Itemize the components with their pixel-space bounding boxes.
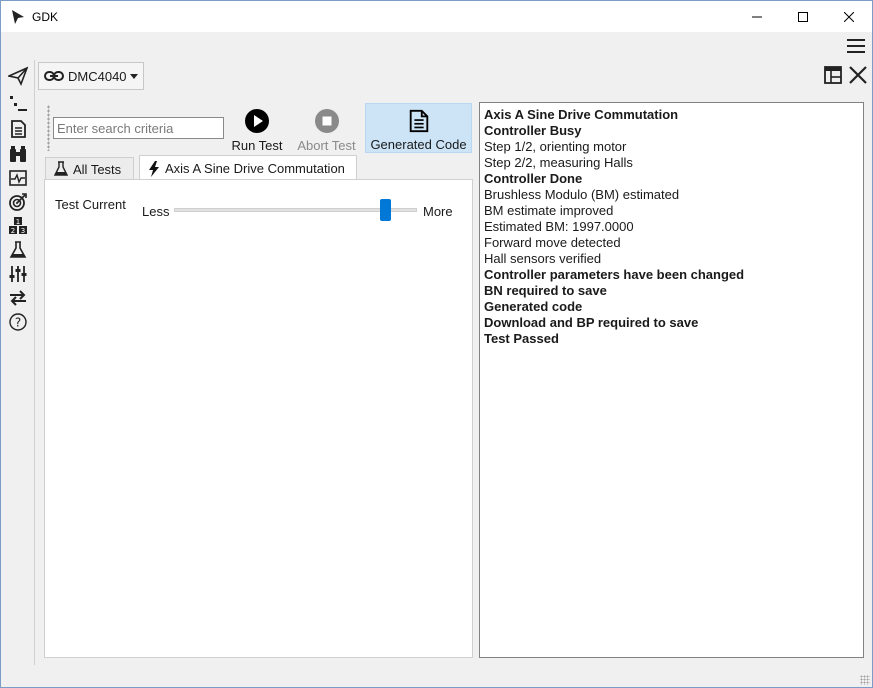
- log-line: BN required to save: [484, 283, 607, 298]
- log-line: Download and BP required to save: [484, 315, 699, 330]
- log-line: Controller Busy: [484, 123, 582, 138]
- slider-min-label: Less: [142, 204, 170, 219]
- target-icon[interactable]: [8, 192, 28, 212]
- log-line: Axis A Sine Drive Commutation: [484, 107, 679, 122]
- flask-icon[interactable]: [8, 240, 28, 260]
- document-icon[interactable]: [8, 119, 28, 139]
- svg-text:1: 1: [16, 218, 20, 226]
- layout-icon[interactable]: [824, 66, 842, 84]
- close-window-button[interactable]: [826, 1, 872, 32]
- minimize-icon: [752, 16, 762, 17]
- abort-test-label: Abort Test: [297, 138, 356, 153]
- run-test-label: Run Test: [231, 138, 283, 153]
- log-line: Estimated BM: 1997.0000: [484, 219, 634, 234]
- log-line: Brushless Modulo (BM) estimated: [484, 187, 680, 202]
- log-line: Generated code: [484, 299, 583, 314]
- maximize-icon: [798, 11, 808, 22]
- maximize-button[interactable]: [780, 1, 826, 32]
- close-icon: [844, 11, 854, 22]
- minimize-button[interactable]: [734, 1, 780, 32]
- tab-all-tests-label: All Tests: [73, 161, 122, 177]
- sidebar: 1 2 3 ?: [1, 60, 35, 665]
- run-test-button[interactable]: Run Test: [225, 103, 289, 153]
- tab-sine-commutation[interactable]: Axis A Sine Drive Commutation: [139, 155, 357, 181]
- lightning-icon: [149, 160, 159, 177]
- log-line: BM estimate improved: [484, 203, 614, 218]
- window-title: GDK: [32, 9, 59, 24]
- svg-text:3: 3: [21, 227, 25, 235]
- app-logo-icon: [12, 9, 24, 24]
- tab-all-tests[interactable]: All Tests: [45, 157, 134, 180]
- paper-plane-icon[interactable]: [8, 66, 28, 86]
- log-line: Forward move detected: [484, 235, 621, 250]
- app-window: GDK 1 2 3 ? DMC4040 Enter search criteri…: [0, 0, 873, 688]
- status-bar: [1, 665, 872, 687]
- log-line: Step 2/2, measuring Halls: [484, 155, 633, 170]
- abort-test-button[interactable]: Abort Test: [293, 103, 360, 153]
- log-line: Controller Done: [484, 171, 583, 186]
- help-icon[interactable]: ?: [8, 312, 28, 332]
- play-icon: [245, 109, 269, 133]
- transfer-arrows-icon[interactable]: [8, 288, 28, 308]
- svg-text:?: ?: [15, 316, 21, 330]
- tab-sine-commutation-label: Axis A Sine Drive Commutation: [165, 161, 345, 176]
- slider-max-label: More: [423, 204, 453, 219]
- slider-thumb[interactable]: [379, 199, 391, 221]
- link-icon: [44, 71, 64, 81]
- scope-icon[interactable]: [8, 168, 28, 188]
- connection-dropdown[interactable]: DMC4040: [38, 62, 144, 90]
- toolbar-grip[interactable]: [47, 105, 50, 151]
- code-document-icon: [409, 109, 428, 133]
- close-icon[interactable]: [848, 65, 868, 85]
- menu-bar: [1, 32, 872, 60]
- hamburger-menu-icon[interactable]: [846, 38, 866, 54]
- binoculars-icon[interactable]: [8, 144, 28, 164]
- svg-text:2: 2: [11, 227, 15, 235]
- generated-code-label: Generated Code: [370, 137, 467, 152]
- output-log[interactable]: Axis A Sine Drive Commutation Controller …: [479, 102, 864, 658]
- log-line: Hall sensors verified: [484, 251, 602, 266]
- test-panel: Run Test Abort Test Generated Code: [44, 102, 473, 658]
- test-toolbar: Run Test Abort Test Generated Code: [44, 102, 473, 154]
- connection-bar: DMC4040: [36, 62, 872, 92]
- test-tabs: All Tests Axis A Sine Drive Commutation: [44, 155, 473, 181]
- numbered-blocks-icon[interactable]: 1 2 3: [8, 216, 28, 236]
- log-line: Controller parameters have been changed: [484, 267, 745, 282]
- log-line: Test Passed: [484, 331, 559, 346]
- stop-icon: [314, 109, 339, 133]
- sliders-icon[interactable]: [8, 264, 28, 284]
- log-line: Step 1/2, orienting motor: [484, 139, 627, 154]
- chevron-down-icon: [130, 74, 138, 79]
- test-current-label: Test Current: [55, 197, 126, 212]
- title-bar: GDK: [1, 1, 872, 32]
- tab-page: Test Current Less More: [44, 179, 473, 658]
- connection-label: DMC4040: [68, 68, 127, 84]
- generated-code-button[interactable]: Generated Code: [365, 103, 472, 153]
- tree-list-icon[interactable]: [8, 94, 28, 114]
- flask-icon: [54, 161, 68, 176]
- search-input[interactable]: [53, 117, 224, 139]
- resize-grip[interactable]: [860, 675, 870, 685]
